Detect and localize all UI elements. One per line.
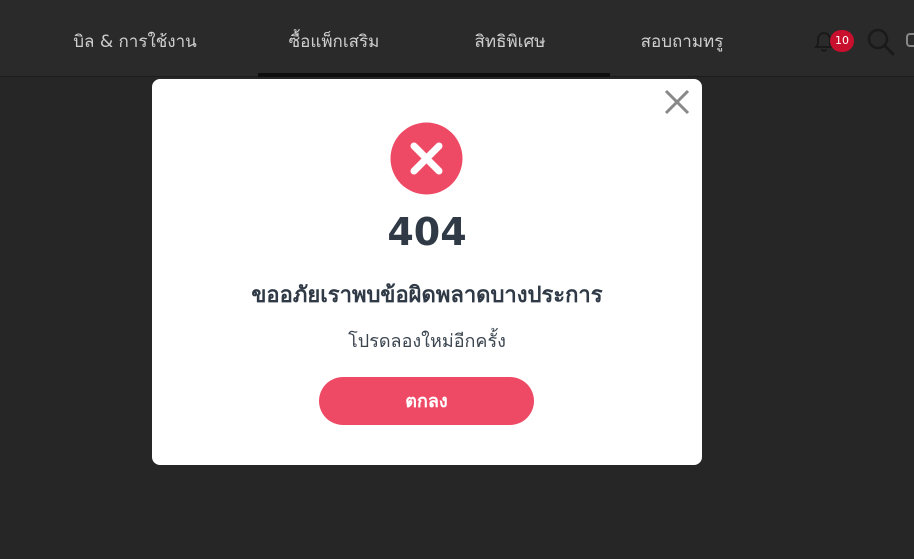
top-navigation: บิล & การใช้งาน ซื้อแพ็กเสริม สิทธิพิเศษ… (0, 0, 914, 77)
ok-button[interactable]: ตกลง (319, 377, 534, 425)
partial-icon (906, 33, 914, 47)
nav-item-buy-addon[interactable]: ซื้อแพ็กเสริม (258, 28, 410, 56)
nav-item-ask-true[interactable]: สอบถามทรู (612, 28, 752, 56)
search-icon[interactable] (866, 27, 896, 57)
nav-item-bills-usage[interactable]: บิล & การใช้งาน (60, 28, 210, 56)
error-code: 404 (387, 210, 467, 254)
nav-item-privileges[interactable]: สิทธิพิเศษ (440, 28, 580, 56)
notification-button[interactable]: 10 (812, 28, 856, 56)
close-icon[interactable] (664, 89, 690, 115)
error-dialog: 404 ขออภัยเราพบข้อผิดพลาดบางประการ โปรดล… (152, 79, 702, 465)
notification-count-badge: 10 (830, 30, 854, 52)
error-x-icon (390, 122, 463, 195)
error-title: ขออภัยเราพบข้อผิดพลาดบางประการ (251, 283, 603, 308)
error-message: โปรดลองใหม่อีกครั้ง (348, 331, 506, 352)
